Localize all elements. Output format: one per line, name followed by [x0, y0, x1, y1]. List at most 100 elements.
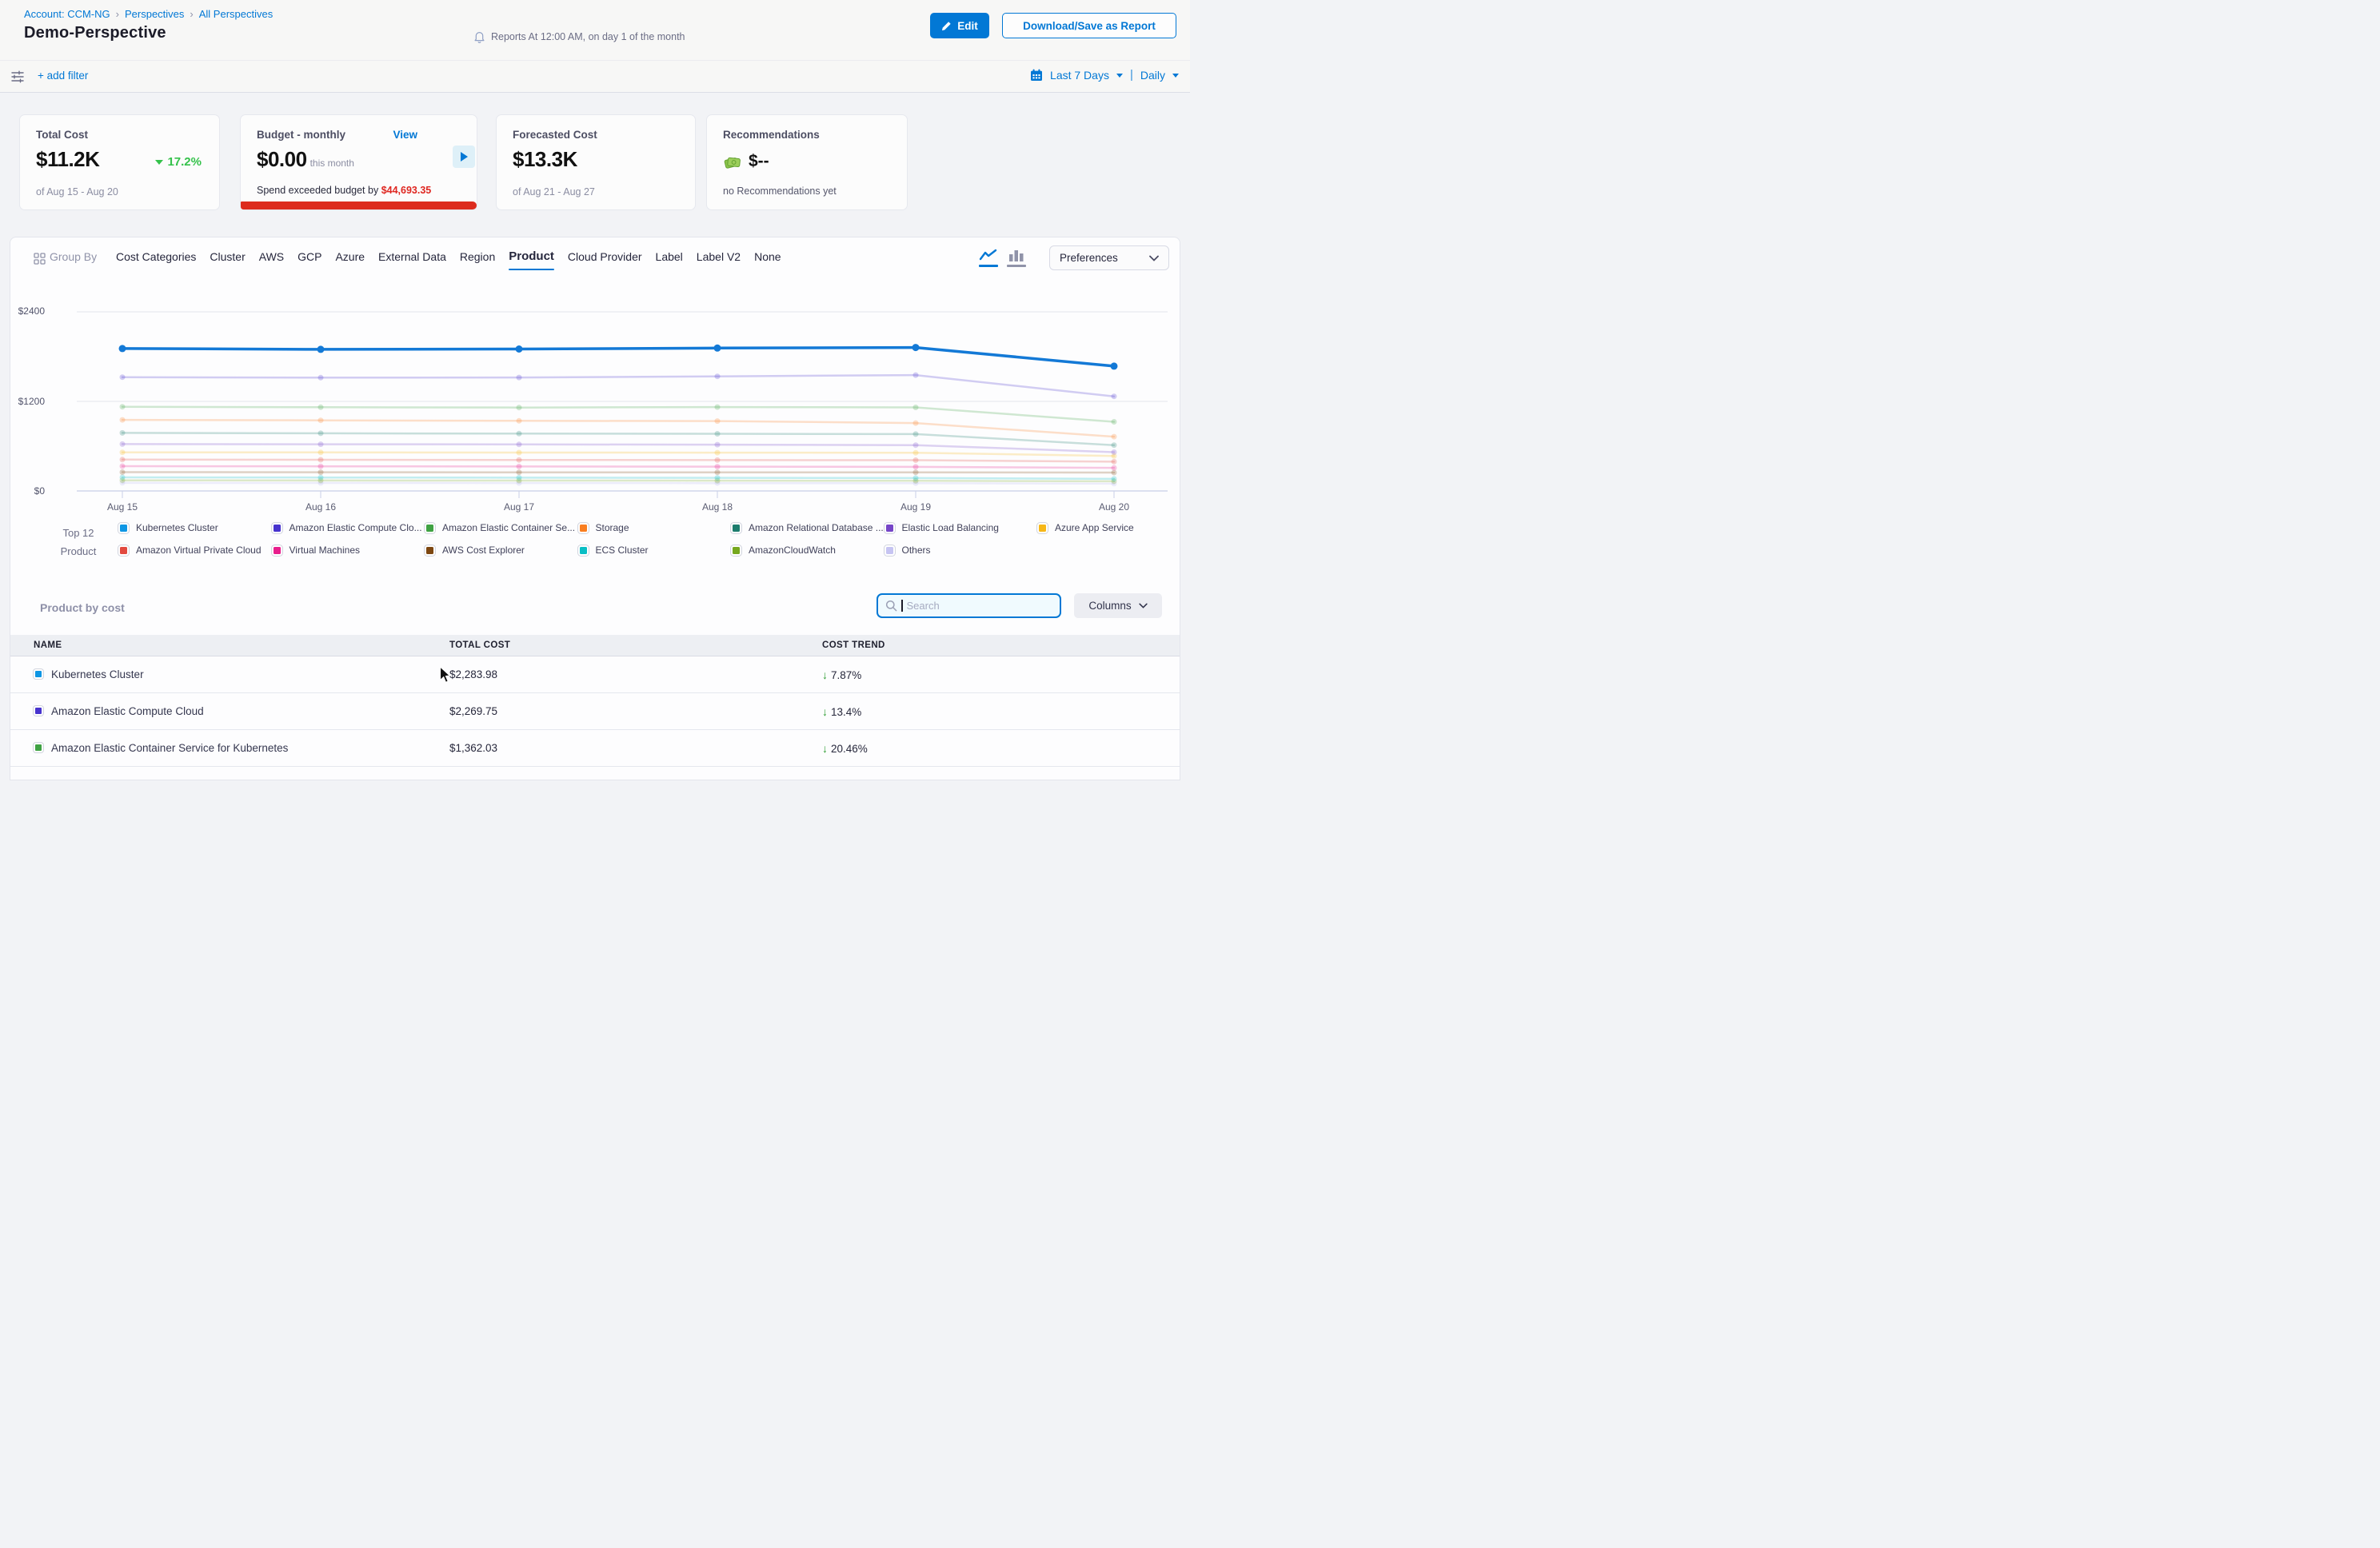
divider: |	[1130, 68, 1133, 82]
date-range-selector[interactable]: Last 7 Days	[1050, 69, 1109, 82]
total-cost-card: Total Cost $11.2K 17.2% of Aug 15 - Aug …	[19, 114, 220, 210]
trend-down-arrow-icon: ↓	[822, 668, 828, 681]
tab-product[interactable]: Product	[509, 249, 554, 265]
line-chart-toggle[interactable]	[979, 249, 998, 267]
row-total-cost: $2,283.98	[449, 668, 497, 680]
budget-view-link[interactable]: View	[393, 129, 417, 141]
chevron-down-icon[interactable]	[1116, 74, 1123, 78]
legend-item[interactable]: Azure App Service	[1037, 522, 1191, 533]
legend-swatch	[885, 545, 895, 556]
legend-label: ECS Cluster	[596, 545, 649, 556]
row-color-swatch	[34, 706, 43, 716]
legend-heading-line1: Top 12	[45, 524, 112, 542]
table-row[interactable]: Amazon Elastic Compute Cloud$2,269.75↓13…	[10, 693, 1180, 730]
budget-exceeded-text: Spend exceeded budget by $44,693.35	[257, 185, 431, 196]
tab-gcp[interactable]: GCP	[298, 250, 321, 265]
legend-item[interactable]: Amazon Elastic Compute Clo...	[272, 522, 425, 533]
search-icon	[885, 600, 897, 612]
tab-azure[interactable]: Azure	[335, 250, 365, 265]
table-row[interactable]: Amazon Elastic Container Service for Kub…	[10, 730, 1180, 767]
bell-icon	[473, 30, 485, 43]
search-input[interactable]	[907, 600, 1043, 612]
breadcrumb-separator: ›	[190, 8, 193, 20]
page-title: Demo-Perspective	[24, 24, 166, 42]
budget-progress-bar	[241, 201, 477, 209]
legend-swatch	[1037, 523, 1048, 533]
tab-cloud-provider[interactable]: Cloud Provider	[568, 250, 642, 265]
legend-item[interactable]: Amazon Virtual Private Cloud	[118, 545, 272, 556]
tab-none[interactable]: None	[754, 250, 781, 265]
columns-label: Columns	[1088, 600, 1131, 612]
row-name: Amazon Elastic Compute Cloud	[51, 705, 204, 717]
trend-percent: 7.87%	[831, 669, 861, 681]
group-by-tabs: Cost Categories Cluster AWS GCP Azure Externa…	[116, 249, 781, 265]
recommendations-card: Recommendations $-- no Recommendations y…	[706, 114, 908, 210]
column-header-cost-trend: COST TREND	[822, 640, 885, 650]
row-name: Amazon Elastic Container Service for Kub…	[51, 742, 288, 754]
recommendations-title: Recommendations	[723, 129, 820, 141]
legend-swatch	[578, 545, 589, 556]
row-cost-trend: ↓20.46%	[822, 742, 868, 755]
budget-amount-suffix: this month	[310, 158, 354, 169]
chevron-down-icon	[1139, 603, 1148, 608]
table-header-row: NAME TOTAL COST COST TREND	[10, 635, 1180, 656]
breadcrumb-all-perspectives-link[interactable]: All Perspectives	[199, 8, 273, 20]
tab-label-v2[interactable]: Label V2	[697, 250, 741, 265]
chart-legend-row-1: Kubernetes ClusterAmazon Elastic Compute…	[118, 522, 1191, 533]
row-cost-trend: ↓7.87%	[822, 668, 861, 681]
download-save-report-button[interactable]: Download/Save as Report	[1002, 13, 1176, 38]
budget-expand-button[interactable]	[453, 146, 475, 168]
legend-item[interactable]: AmazonCloudWatch	[731, 545, 885, 556]
pencil-icon	[941, 21, 952, 31]
breadcrumb-perspectives-link[interactable]: Perspectives	[125, 8, 184, 20]
columns-dropdown[interactable]: Columns	[1074, 593, 1162, 618]
granularity-selector[interactable]: Daily	[1140, 69, 1165, 82]
table-section-title: Product by cost	[40, 601, 125, 614]
forecasted-cost-period: of Aug 21 - Aug 27	[513, 186, 595, 197]
bar-chart-icon	[1008, 249, 1025, 263]
tab-cluster[interactable]: Cluster	[210, 250, 245, 265]
legend-item[interactable]: Kubernetes Cluster	[118, 522, 272, 533]
svg-text:Aug 20: Aug 20	[1099, 501, 1129, 513]
filter-sliders-icon[interactable]	[10, 70, 25, 84]
bar-chart-toggle[interactable]	[1007, 249, 1026, 267]
preferences-dropdown[interactable]: Preferences	[1049, 245, 1169, 270]
search-box[interactable]	[877, 593, 1061, 618]
tab-cost-categories[interactable]: Cost Categories	[116, 250, 196, 265]
time-controls: Last 7 Days | Daily	[1030, 68, 1179, 82]
tab-label[interactable]: Label	[656, 250, 683, 265]
calendar-icon	[1030, 69, 1043, 82]
legend-item[interactable]: Virtual Machines	[272, 545, 425, 556]
row-color-swatch	[34, 743, 43, 752]
legend-label: Amazon Elastic Container Se...	[442, 522, 575, 533]
breadcrumb-account-link[interactable]: Account: CCM-NG	[24, 8, 110, 20]
legend-item[interactable]: ECS Cluster	[578, 545, 732, 556]
legend-item[interactable]: Amazon Elastic Container Se...	[425, 522, 578, 533]
legend-item[interactable]: Storage	[578, 522, 732, 533]
budget-card: Budget - monthly View $0.00this month Sp…	[240, 114, 477, 210]
tab-external-data[interactable]: External Data	[378, 250, 446, 265]
add-filter-button[interactable]: + add filter	[38, 70, 88, 82]
legend-label: Azure App Service	[1055, 522, 1134, 533]
legend-item[interactable]: Amazon Relational Database ...	[731, 522, 885, 533]
group-by-label: Group By	[50, 250, 97, 263]
y-axis-tick: $2400	[6, 305, 45, 317]
svg-text:Aug 15: Aug 15	[107, 501, 138, 513]
svg-text:Aug 17: Aug 17	[504, 501, 534, 513]
legend-label: AmazonCloudWatch	[749, 545, 836, 556]
legend-item[interactable]: AWS Cost Explorer	[425, 545, 578, 556]
trend-down-icon	[155, 160, 163, 165]
legend-item[interactable]: Elastic Load Balancing	[885, 522, 1038, 533]
tab-aws[interactable]: AWS	[259, 250, 284, 265]
edit-button[interactable]: Edit	[930, 13, 989, 38]
group-by-grid-icon	[34, 253, 46, 265]
cost-line-chart: Aug 15Aug 16Aug 17Aug 18Aug 19Aug 20	[45, 304, 1174, 513]
chevron-down-icon[interactable]	[1172, 74, 1179, 78]
tab-region[interactable]: Region	[460, 250, 495, 265]
budget-exceeded-amount: $44,693.35	[381, 185, 432, 196]
recommendations-note: no Recommendations yet	[723, 186, 837, 197]
legend-item[interactable]: Others	[885, 545, 1038, 556]
table-row[interactable]: Kubernetes Cluster$2,283.98↓7.87%	[10, 656, 1180, 693]
forecasted-cost-value: $13.3K	[513, 147, 577, 172]
legend-swatch	[118, 545, 129, 556]
